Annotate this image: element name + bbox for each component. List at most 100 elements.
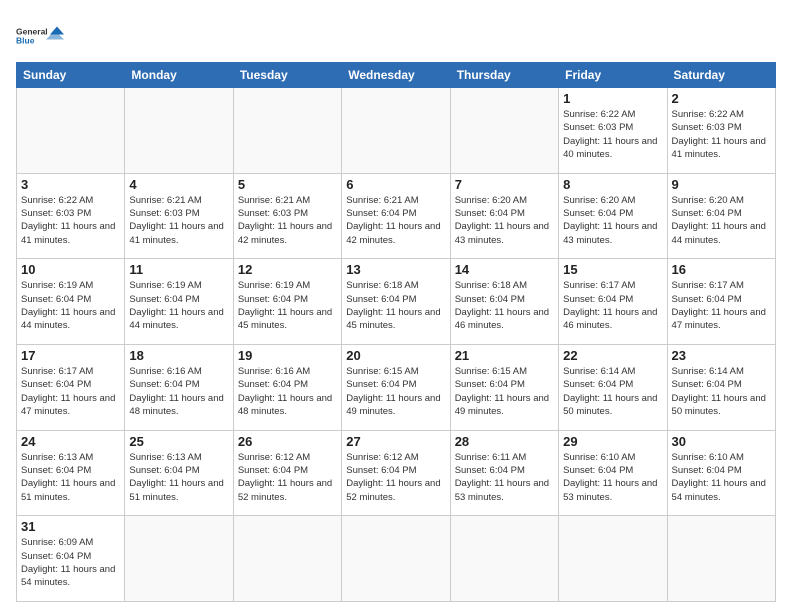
day-info: Sunrise: 6:17 AM Sunset: 6:04 PM Dayligh… [563,279,662,332]
cell-1-2: 5 Sunrise: 6:21 AM Sunset: 6:03 PM Daylig… [233,173,341,259]
week-row-2: 10 Sunrise: 6:19 AM Sunset: 6:04 PM Dayli… [17,259,776,345]
cell-5-2 [233,516,341,602]
day-number: 7 [455,177,554,192]
cell-3-2: 19Sunrise: 6:16 AM Sunset: 6:04 PM Dayli… [233,344,341,430]
day-number: 12 [238,262,337,277]
cell-5-0: 31 Sunrise: 6:09 AM Sunset: 6:04 PM Dayli… [17,516,125,602]
svg-text:General: General [16,27,48,37]
day-number: 8 [563,177,662,192]
cell-2-4: 14Sunrise: 6:18 AM Sunset: 6:04 PM Dayli… [450,259,558,345]
day-number: 23 [672,348,771,363]
cell-3-4: 21 Sunrise: 6:15 AM Sunset: 6:04 PM Dayli… [450,344,558,430]
cell-5-6 [667,516,775,602]
week-row-5: 31 Sunrise: 6:09 AM Sunset: 6:04 PM Dayli… [17,516,776,602]
cell-5-3 [342,516,450,602]
cell-0-3 [342,88,450,174]
day-info: Sunrise: 6:14 AM Sunset: 6:04 PM Dayligh… [672,365,771,418]
day-info: Sunrise: 6:12 AM Sunset: 6:04 PM Dayligh… [346,451,445,504]
day-number: 11 [129,262,228,277]
cell-1-3: 6Sunrise: 6:21 AM Sunset: 6:04 PM Daylig… [342,173,450,259]
day-info: Sunrise: 6:19 AM Sunset: 6:04 PM Dayligh… [129,279,228,332]
cell-2-3: 13 Sunrise: 6:18 AM Sunset: 6:04 PM Dayli… [342,259,450,345]
day-info: Sunrise: 6:22 AM Sunset: 6:03 PM Dayligh… [563,108,662,161]
day-number: 13 [346,262,445,277]
week-row-4: 24 Sunrise: 6:13 AM Sunset: 6:04 PM Dayli… [17,430,776,516]
day-number: 26 [238,434,337,449]
day-info: Sunrise: 6:17 AM Sunset: 6:04 PM Dayligh… [672,279,771,332]
cell-4-1: 25 Sunrise: 6:13 AM Sunset: 6:04 PM Dayli… [125,430,233,516]
logo-svg: General Blue [16,16,66,54]
cell-0-5: 1 Sunrise: 6:22 AM Sunset: 6:03 PM Daylig… [559,88,667,174]
day-info: Sunrise: 6:17 AM Sunset: 6:04 PM Dayligh… [21,365,120,418]
cell-0-4 [450,88,558,174]
day-number: 29 [563,434,662,449]
day-info: Sunrise: 6:16 AM Sunset: 6:04 PM Dayligh… [238,365,337,418]
cell-4-2: 26 Sunrise: 6:12 AM Sunset: 6:04 PM Dayli… [233,430,341,516]
calendar-body: 1 Sunrise: 6:22 AM Sunset: 6:03 PM Daylig… [17,88,776,602]
day-number: 5 [238,177,337,192]
cell-1-0: 3 Sunrise: 6:22 AM Sunset: 6:03 PM Daylig… [17,173,125,259]
header-monday: Monday [125,63,233,88]
cell-4-0: 24Sunrise: 6:13 AM Sunset: 6:04 PM Dayli… [17,430,125,516]
day-number: 18 [129,348,228,363]
day-number: 22 [563,348,662,363]
day-number: 15 [563,262,662,277]
day-info: Sunrise: 6:21 AM Sunset: 6:03 PM Dayligh… [238,194,337,247]
day-info: Sunrise: 6:12 AM Sunset: 6:04 PM Dayligh… [238,451,337,504]
calendar-header: SundayMondayTuesdayWednesdayThursdayFrid… [17,63,776,88]
header-friday: Friday [559,63,667,88]
day-number: 27 [346,434,445,449]
day-number: 10 [21,262,120,277]
day-info: Sunrise: 6:20 AM Sunset: 6:04 PM Dayligh… [672,194,771,247]
cell-2-5: 15 Sunrise: 6:17 AM Sunset: 6:04 PM Dayli… [559,259,667,345]
cell-0-6: 2Sunrise: 6:22 AM Sunset: 6:03 PM Daylig… [667,88,775,174]
day-info: Sunrise: 6:22 AM Sunset: 6:03 PM Dayligh… [21,194,120,247]
cell-2-2: 12Sunrise: 6:19 AM Sunset: 6:04 PM Dayli… [233,259,341,345]
day-number: 20 [346,348,445,363]
cell-1-4: 7Sunrise: 6:20 AM Sunset: 6:04 PM Daylig… [450,173,558,259]
day-info: Sunrise: 6:21 AM Sunset: 6:04 PM Dayligh… [346,194,445,247]
day-number: 25 [129,434,228,449]
week-row-3: 17 Sunrise: 6:17 AM Sunset: 6:04 PM Dayli… [17,344,776,430]
cell-3-3: 20 Sunrise: 6:15 AM Sunset: 6:04 PM Dayli… [342,344,450,430]
day-info: Sunrise: 6:21 AM Sunset: 6:03 PM Dayligh… [129,194,228,247]
day-number: 21 [455,348,554,363]
cell-1-5: 8Sunrise: 6:20 AM Sunset: 6:04 PM Daylig… [559,173,667,259]
cell-5-5 [559,516,667,602]
cell-3-5: 22 Sunrise: 6:14 AM Sunset: 6:04 PM Dayli… [559,344,667,430]
header-thursday: Thursday [450,63,558,88]
day-number: 1 [563,91,662,106]
day-number: 31 [21,519,120,534]
day-info: Sunrise: 6:14 AM Sunset: 6:04 PM Dayligh… [563,365,662,418]
cell-2-6: 16Sunrise: 6:17 AM Sunset: 6:04 PM Dayli… [667,259,775,345]
day-info: Sunrise: 6:18 AM Sunset: 6:04 PM Dayligh… [346,279,445,332]
cell-0-2 [233,88,341,174]
logo: General Blue [16,16,66,54]
day-info: Sunrise: 6:15 AM Sunset: 6:04 PM Dayligh… [455,365,554,418]
day-number: 2 [672,91,771,106]
header-wednesday: Wednesday [342,63,450,88]
header-tuesday: Tuesday [233,63,341,88]
svg-text:Blue: Blue [16,36,35,46]
cell-3-1: 18 Sunrise: 6:16 AM Sunset: 6:04 PM Dayli… [125,344,233,430]
day-number: 14 [455,262,554,277]
cell-5-1 [125,516,233,602]
day-number: 4 [129,177,228,192]
day-info: Sunrise: 6:10 AM Sunset: 6:04 PM Dayligh… [672,451,771,504]
day-number: 17 [21,348,120,363]
header: General Blue [16,16,776,54]
cell-2-1: 11 Sunrise: 6:19 AM Sunset: 6:04 PM Dayli… [125,259,233,345]
cell-0-0 [17,88,125,174]
day-number: 24 [21,434,120,449]
day-number: 28 [455,434,554,449]
day-info: Sunrise: 6:11 AM Sunset: 6:04 PM Dayligh… [455,451,554,504]
days-of-week-row: SundayMondayTuesdayWednesdayThursdayFrid… [17,63,776,88]
day-number: 3 [21,177,120,192]
week-row-1: 3 Sunrise: 6:22 AM Sunset: 6:03 PM Daylig… [17,173,776,259]
day-info: Sunrise: 6:19 AM Sunset: 6:04 PM Dayligh… [21,279,120,332]
day-info: Sunrise: 6:16 AM Sunset: 6:04 PM Dayligh… [129,365,228,418]
day-info: Sunrise: 6:09 AM Sunset: 6:04 PM Dayligh… [21,536,120,589]
cell-0-1 [125,88,233,174]
day-info: Sunrise: 6:13 AM Sunset: 6:04 PM Dayligh… [129,451,228,504]
day-info: Sunrise: 6:15 AM Sunset: 6:04 PM Dayligh… [346,365,445,418]
